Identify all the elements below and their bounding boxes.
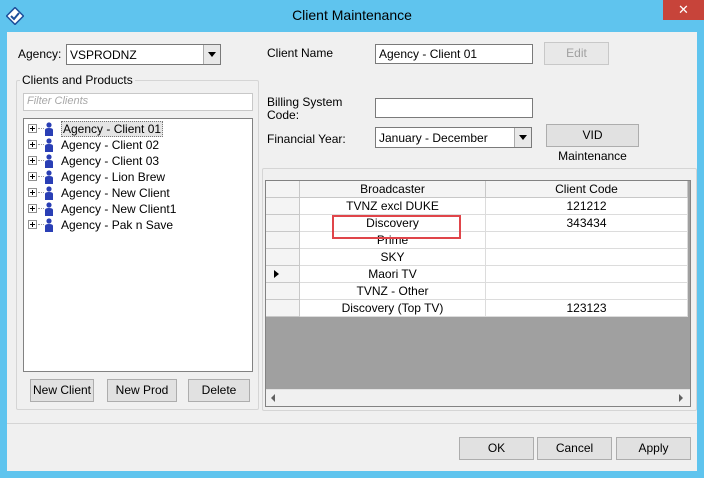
agency-label: Agency:	[18, 47, 62, 61]
highlight-box	[332, 215, 461, 239]
person-icon	[45, 122, 53, 136]
row-header[interactable]	[266, 198, 300, 215]
delete-button[interactable]: Delete	[188, 379, 250, 402]
client-code-cell[interactable]	[486, 283, 688, 300]
client-code-cell[interactable]: 121212	[486, 198, 688, 215]
new-prod-button[interactable]: New Prod	[107, 379, 177, 402]
horizontal-scrollbar[interactable]	[266, 389, 690, 406]
person-icon	[45, 202, 53, 216]
person-icon	[45, 218, 53, 232]
broadcaster-cell[interactable]: Discovery (Top TV)	[300, 300, 486, 317]
client-name-label: Client Name	[267, 46, 334, 60]
dialog-body: Agency: VSPRODNZ Clients and Products Fi…	[7, 32, 697, 471]
tree-item-label: Agency - Lion Brew	[61, 170, 166, 184]
row-header[interactable]	[266, 283, 300, 300]
current-row-pointer-icon	[274, 270, 279, 278]
vid-maintenance-button[interactable]: VID Maintenance	[546, 124, 639, 163]
close-button[interactable]: ✕	[663, 0, 704, 20]
expand-plus-icon[interactable]	[28, 188, 37, 197]
expand-plus-icon[interactable]	[28, 140, 37, 149]
row-header[interactable]	[266, 232, 300, 249]
expand-plus-icon[interactable]	[28, 172, 37, 181]
tree-item[interactable]: Agency - Lion Brew	[24, 169, 252, 185]
ok-button[interactable]: OK	[459, 437, 534, 460]
footer-separator	[7, 423, 697, 424]
agency-value: VSPRODNZ	[70, 48, 137, 62]
client-code-cell[interactable]	[486, 232, 688, 249]
tree-item-label: Agency - New Client1	[61, 202, 177, 216]
financial-year-value: January - December	[379, 131, 488, 145]
tree-item-label: Agency - Client 02	[61, 138, 160, 152]
expand-plus-icon[interactable]	[28, 156, 37, 165]
row-header[interactable]	[266, 300, 300, 317]
person-icon	[45, 138, 53, 152]
person-icon	[45, 170, 53, 184]
person-icon	[45, 186, 53, 200]
person-icon	[45, 154, 53, 168]
scroll-right-icon[interactable]	[679, 394, 683, 402]
tree-item[interactable]: Agency - New Client	[24, 185, 252, 201]
apply-button[interactable]: Apply	[616, 437, 691, 460]
broadcaster-cell[interactable]: Maori TV	[300, 266, 486, 283]
broadcaster-cell[interactable]: TVNZ excl DUKE	[300, 198, 486, 215]
client-code-cell[interactable]	[486, 266, 688, 283]
row-header[interactable]	[266, 266, 300, 283]
clients-tree[interactable]: Agency - Client 01 Agency - Client 02 Agen…	[23, 118, 253, 372]
chevron-down-icon[interactable]	[514, 128, 531, 147]
tree-item-label: Agency - Client 01	[61, 121, 164, 137]
grid-corner-header	[266, 181, 300, 198]
column-header-broadcaster[interactable]: Broadcaster	[300, 181, 486, 198]
expand-plus-icon[interactable]	[28, 124, 37, 133]
financial-year-label: Financial Year:	[267, 132, 346, 146]
broadcaster-cell[interactable]: TVNZ - Other	[300, 283, 486, 300]
tree-item[interactable]: Agency - Client 01	[24, 121, 252, 137]
row-header[interactable]	[266, 215, 300, 232]
chevron-down-icon[interactable]	[203, 45, 220, 64]
client-code-cell[interactable]: 343434	[486, 215, 688, 232]
tree-item-label: Agency - New Client	[61, 186, 170, 200]
billing-label-line1: Billing System	[267, 95, 343, 109]
column-header-client-code[interactable]: Client Code	[486, 181, 688, 198]
cancel-button[interactable]: Cancel	[537, 437, 612, 460]
client-code-cell[interactable]: 123123	[486, 300, 688, 317]
tree-item[interactable]: Agency - Client 03	[24, 153, 252, 169]
clients-products-title: Clients and Products	[20, 73, 135, 87]
expand-plus-icon[interactable]	[28, 204, 37, 213]
tree-item[interactable]: Agency - Pak n Save	[24, 217, 252, 233]
expand-plus-icon[interactable]	[28, 220, 37, 229]
tree-item[interactable]: Agency - New Client1	[24, 201, 252, 217]
tree-item-label: Agency - Pak n Save	[61, 218, 174, 232]
client-code-cell[interactable]	[486, 249, 688, 266]
tree-item-label: Agency - Client 03	[61, 154, 160, 168]
billing-label-line2: Code:	[267, 108, 300, 122]
row-header[interactable]	[266, 249, 300, 266]
tree-item[interactable]: Agency - Client 02	[24, 137, 252, 153]
broadcaster-grid[interactable]: Broadcaster Client Code TVNZ excl DUKE 1212…	[265, 180, 691, 407]
billing-code-field[interactable]	[375, 98, 533, 118]
financial-year-dropdown[interactable]: January - December	[375, 127, 532, 148]
broadcaster-cell[interactable]: SKY	[300, 249, 486, 266]
edit-button[interactable]: Edit	[544, 42, 609, 65]
title-bar[interactable]: Client Maintenance ✕	[0, 0, 704, 32]
filter-clients-input[interactable]: Filter Clients	[23, 93, 253, 111]
client-name-field[interactable]: Agency - Client 01	[375, 44, 533, 64]
agency-dropdown[interactable]: VSPRODNZ	[66, 44, 221, 65]
new-client-button[interactable]: New Client	[30, 379, 94, 402]
scroll-left-icon[interactable]	[271, 394, 275, 402]
window-title: Client Maintenance	[292, 7, 412, 23]
